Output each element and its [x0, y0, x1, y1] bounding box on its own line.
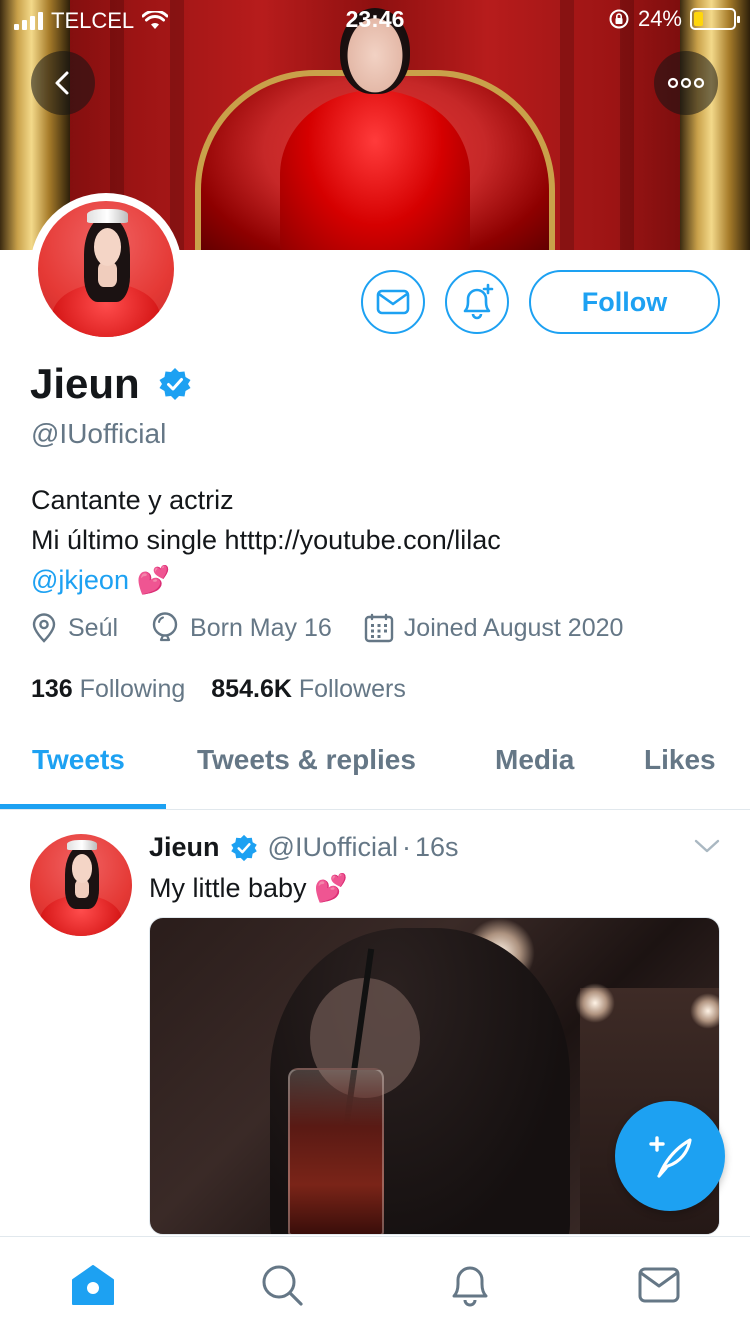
- chevron-down-icon[interactable]: [694, 838, 720, 854]
- back-button[interactable]: [31, 51, 95, 115]
- bell-plus-icon: [463, 283, 494, 320]
- profile-handle: @IUofficial: [31, 418, 167, 449]
- profile-display-name: Jieun: [30, 360, 140, 407]
- location-pin-icon: [32, 613, 56, 643]
- location-text: Seúl: [68, 613, 119, 642]
- tweet-author-avatar[interactable]: [30, 834, 132, 936]
- bio-mention-line: @jkjeon 💕: [31, 560, 501, 600]
- media-lamp: [690, 993, 719, 1029]
- chevron-left-icon: [55, 71, 69, 95]
- bio-link-line[interactable]: Mi último single htttp://youtube.con/lil…: [31, 520, 501, 560]
- profile-name-row: Jieun: [30, 360, 192, 408]
- calendar-icon: [364, 613, 393, 643]
- tweet-author-handle: @IUofficial: [267, 832, 398, 862]
- active-tab-indicator: [0, 804, 166, 809]
- followers-count: 854.6K: [211, 675, 292, 703]
- nav-notifications[interactable]: [446, 1261, 494, 1309]
- profile-stats: 136 Following 854.6K Followers: [31, 675, 406, 704]
- envelope-icon: [376, 289, 410, 315]
- birthday-text: Born May 16: [190, 613, 332, 642]
- battery-fill: [694, 12, 703, 26]
- compose-quill-icon: [649, 1136, 692, 1178]
- more-horizontal-icon: [667, 77, 705, 89]
- profile-meta: Seúl Born May 16 Joined August 2020: [30, 612, 655, 644]
- banner-figure-dress: [280, 90, 470, 250]
- verified-badge-icon: [230, 834, 257, 861]
- avatar-image: [38, 201, 174, 337]
- tab-tweets-replies[interactable]: Tweets & replies: [197, 744, 416, 776]
- message-button[interactable]: [361, 270, 425, 334]
- search-icon: [262, 1265, 303, 1306]
- tweet-author-name[interactable]: Jieun: [149, 832, 220, 863]
- profile-joined: Joined August 2020: [364, 613, 624, 643]
- media-lamp: [575, 983, 615, 1023]
- balloon-icon: [152, 612, 178, 642]
- profile-tabs: Tweets Tweets & replies Media Likes: [0, 730, 750, 810]
- verified-badge-icon: [159, 368, 191, 400]
- bottom-navigation: [0, 1236, 750, 1334]
- status-bar: TELCEL 23:46 24%: [0, 0, 750, 40]
- following-count: 136: [31, 675, 73, 703]
- tweet-separator: ·: [401, 832, 411, 862]
- notify-button[interactable]: [445, 270, 509, 334]
- joined-text: Joined August 2020: [403, 613, 624, 642]
- followers-label: Followers: [298, 675, 406, 703]
- profile-bio: Cantante y actriz Mi último single htttp…: [31, 480, 501, 600]
- bio-line: Cantante y actriz: [31, 485, 234, 515]
- compose-tweet-button[interactable]: [615, 1101, 725, 1211]
- profile-avatar[interactable]: [30, 193, 182, 345]
- profile-location: Seúl: [30, 613, 118, 643]
- nav-home[interactable]: [69, 1261, 117, 1309]
- status-right: 24%: [608, 6, 740, 32]
- media-glass: [288, 1068, 384, 1234]
- tab-likes[interactable]: Likes: [644, 744, 716, 776]
- battery-percent: 24%: [637, 6, 682, 31]
- followers-stat[interactable]: 854.6K Followers: [211, 675, 406, 704]
- nav-search[interactable]: [258, 1261, 306, 1309]
- following-label: Following: [79, 675, 186, 703]
- home-icon: [72, 1265, 114, 1305]
- follow-button[interactable]: Follow: [529, 270, 720, 334]
- following-stat[interactable]: 136 Following: [31, 675, 185, 704]
- tweet-timestamp: 16s: [414, 832, 459, 862]
- envelope-icon: [638, 1267, 680, 1303]
- nav-messages[interactable]: [635, 1261, 683, 1309]
- bio-mention-link[interactable]: @jkjeon: [31, 565, 129, 595]
- battery-icon: [690, 8, 740, 30]
- bell-icon: [452, 1266, 488, 1307]
- tweet-text: My little baby 💕: [149, 873, 348, 903]
- tab-media[interactable]: Media: [495, 744, 574, 776]
- profile-birthday: Born May 16: [150, 612, 332, 644]
- more-options-button[interactable]: [654, 51, 718, 115]
- rotation-lock-icon: [609, 9, 629, 29]
- bio-emoji: 💕: [136, 565, 171, 595]
- tweet-header: Jieun @IUofficial · 16s: [149, 832, 459, 863]
- tab-tweets[interactable]: Tweets: [32, 744, 125, 776]
